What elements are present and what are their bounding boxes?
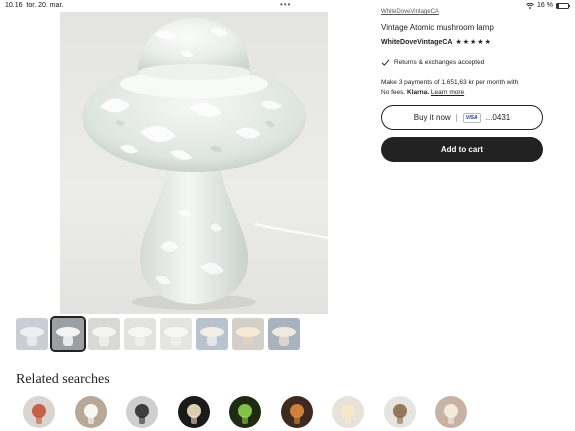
thumbnail-7[interactable] bbox=[232, 318, 264, 350]
klarna-info: Make 3 payments of 1.651,63 kr per month… bbox=[381, 78, 546, 98]
related-search-4[interactable] bbox=[177, 396, 210, 428]
buy-now-separator: | bbox=[455, 113, 458, 122]
learn-more-link[interactable]: Learn more bbox=[431, 89, 464, 96]
klarna-brand: Klarna. bbox=[407, 89, 430, 96]
wifi-icon bbox=[526, 2, 535, 9]
thumbnail-5[interactable] bbox=[160, 318, 192, 350]
star-icon: ★ bbox=[455, 39, 462, 46]
related-search-8[interactable] bbox=[383, 396, 416, 428]
thumbnail-lamp-shade bbox=[56, 327, 80, 337]
related-search-9[interactable] bbox=[435, 396, 467, 428]
thumbnail-lamp-shade bbox=[272, 327, 296, 337]
star-icon: ★ bbox=[484, 39, 491, 46]
visa-card-icon: VISA bbox=[462, 112, 481, 123]
product-main-image[interactable] bbox=[60, 12, 328, 314]
mushroom-lamp-image bbox=[82, 18, 328, 310]
related-searches-title: Related searches bbox=[16, 372, 110, 387]
klarna-nofees-text: No fees. bbox=[381, 89, 406, 96]
thumbnail-lamp-shade bbox=[128, 327, 152, 337]
status-time: 10.16 tor. 20. mar. bbox=[5, 2, 64, 9]
thumbnail-6[interactable] bbox=[196, 318, 228, 350]
thumbnail-3[interactable] bbox=[88, 318, 120, 350]
related-search-7[interactable] bbox=[332, 396, 364, 428]
star-icon: ★ bbox=[462, 39, 469, 46]
related-search-2[interactable] bbox=[74, 396, 107, 428]
related-search-6[interactable] bbox=[280, 396, 313, 428]
status-indicators: 16 % bbox=[526, 2, 570, 9]
thumbnail-lamp-shade bbox=[20, 327, 44, 337]
klarna-payments-text: Make 3 payments of 1.651,63 kr per month… bbox=[381, 79, 519, 86]
thumbnail-lamp-shade bbox=[164, 327, 188, 337]
thumbnail-2[interactable] bbox=[50, 316, 86, 352]
related-search-1[interactable] bbox=[23, 396, 55, 428]
returns-text: Returns & exchanges accepted bbox=[394, 59, 485, 66]
buy-now-label: Buy it now bbox=[413, 113, 451, 122]
buy-now-button[interactable]: Buy it now | VISA ...0431 bbox=[381, 105, 543, 130]
related-search-lamp-base bbox=[242, 416, 248, 424]
shop-name[interactable]: WhiteDoveVintageCA bbox=[381, 39, 452, 46]
related-search-lamp-base bbox=[87, 416, 94, 424]
battery-percent: 16 % bbox=[537, 2, 553, 9]
thumbnail-8[interactable] bbox=[268, 318, 300, 350]
related-search-lamp-base bbox=[139, 416, 145, 424]
multitasking-dots-icon[interactable]: ••• bbox=[280, 0, 291, 9]
related-search-lamp-base bbox=[293, 416, 300, 424]
related-search-lamp-base bbox=[36, 416, 42, 424]
related-search-lamp-base bbox=[396, 416, 403, 424]
product-title: Vintage Atomic mushroom lamp bbox=[381, 23, 494, 32]
card-last-digits: ...0431 bbox=[485, 113, 511, 122]
star-icon: ★ bbox=[477, 39, 484, 46]
related-searches-row bbox=[23, 396, 467, 428]
shop-link[interactable]: WhiteDoveVintageCA bbox=[381, 9, 439, 15]
related-search-lamp-base bbox=[345, 416, 351, 424]
thumbnail-lamp-shade bbox=[92, 327, 116, 337]
add-to-cart-label: Add to cart bbox=[440, 145, 484, 154]
thumbnail-lamp-shade bbox=[200, 327, 224, 337]
related-search-3[interactable] bbox=[126, 396, 158, 428]
star-icon: ★ bbox=[470, 39, 477, 46]
thumbnail-lamp-shade bbox=[236, 327, 260, 337]
related-search-5[interactable] bbox=[229, 396, 261, 428]
thumbnail-4[interactable] bbox=[124, 318, 156, 350]
thumbnail-strip bbox=[16, 316, 300, 352]
battery-icon bbox=[556, 2, 570, 9]
thumbnail-1[interactable] bbox=[16, 318, 48, 350]
returns-info: Returns & exchanges accepted bbox=[381, 58, 484, 67]
rating-stars[interactable]: ★ ★ ★ ★ ★ bbox=[455, 39, 490, 46]
status-bar: 10.16 tor. 20. mar. ••• 16 % bbox=[0, 0, 575, 12]
add-to-cart-button[interactable]: Add to cart bbox=[381, 137, 543, 162]
related-search-lamp-base bbox=[190, 416, 197, 424]
shop-row: WhiteDoveVintageCA ★ ★ ★ ★ ★ bbox=[381, 39, 491, 46]
related-search-lamp-base bbox=[448, 416, 454, 424]
checkmark-icon bbox=[381, 58, 390, 67]
